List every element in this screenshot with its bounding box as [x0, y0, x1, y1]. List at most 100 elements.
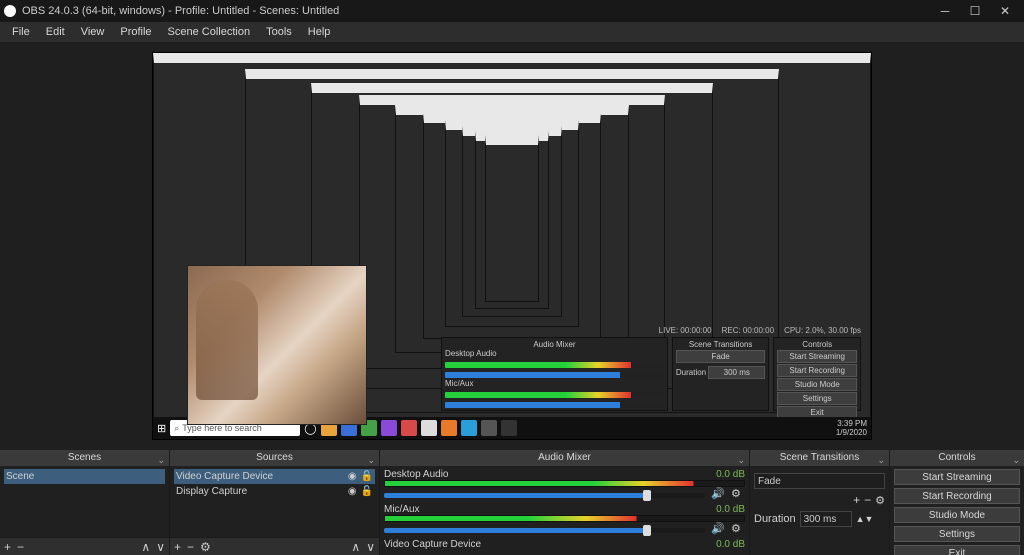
bottom-dock: Scenes ⌄ Scene + − ∧ ∨ Sources ⌄ Video C… [0, 450, 1024, 555]
inner-status-rec: REC: 00:00:00 [722, 326, 774, 335]
mixer-track-mic-aux: Mic/Aux 0.0 dB 🔊 ⚙ [384, 504, 745, 535]
scenes-header: Scenes ⌄ [0, 450, 169, 466]
inner-trans-title: Scene Transitions [676, 340, 766, 349]
maximize-button[interactable]: ☐ [960, 1, 990, 21]
menu-tools[interactable]: Tools [258, 24, 300, 40]
inner-mixer-mic-label: Mic/Aux [445, 379, 664, 388]
add-scene-button[interactable]: + [4, 540, 11, 554]
start-icon: ⊞ [157, 422, 166, 435]
window-title: OBS 24.0.3 (64-bit, windows) - Profile: … [22, 5, 339, 17]
inner-bottom-panels: Audio Mixer Desktop Audio Mic/Aux Scene … [441, 337, 861, 411]
source-item-label: Video Capture Device [176, 471, 273, 482]
inner-clock-time: 3:39 PM [836, 419, 867, 428]
mixer-track-label: Mic/Aux [384, 504, 420, 515]
transitions-panel: Scene Transitions ⌄ + − ⚙ Duration ▲▼ [750, 450, 890, 555]
controls-title: Controls [938, 452, 975, 463]
remove-source-button[interactable]: − [187, 540, 194, 554]
titlebar: OBS 24.0.3 (64-bit, windows) - Profile: … [0, 0, 1024, 22]
mixer-track-label: Video Capture Device [384, 539, 481, 550]
inner-controls-title: Controls [777, 340, 857, 349]
source-item[interactable]: Video Capture Device ◉ 🔓 [174, 469, 375, 484]
inner-slider [445, 402, 664, 408]
start-streaming-button[interactable]: Start Streaming [894, 469, 1020, 485]
settings-button[interactable]: Settings [894, 526, 1020, 542]
preview-area[interactable]: Audio Mixer Desktop Audio Mic/Aux Scene … [0, 42, 1024, 450]
inner-controls: Controls Start Streaming Start Recording… [773, 337, 861, 411]
menu-view[interactable]: View [73, 24, 113, 40]
menu-scene-collection[interactable]: Scene Collection [160, 24, 259, 40]
mixer-body: Desktop Audio 0.0 dB 🔊 ⚙ Mic/Aux 0.0 dB [380, 466, 749, 555]
menu-edit[interactable]: Edit [38, 24, 73, 40]
scenes-list[interactable]: Scene [0, 466, 169, 537]
menubar: File Edit View Profile Scene Collection … [0, 22, 1024, 42]
audio-mixer-panel: Audio Mixer ⌄ Desktop Audio 0.0 dB 🔊 ⚙ M… [380, 450, 750, 555]
scenes-footer: + − ∧ ∨ [0, 537, 169, 555]
source-item-label: Display Capture [176, 486, 247, 497]
mixer-track-label: Desktop Audio [384, 469, 449, 480]
remove-scene-button[interactable]: − [17, 540, 24, 554]
menu-file[interactable]: File [4, 24, 38, 40]
minimize-button[interactable]: ─ [930, 1, 960, 21]
controls-body: Start Streaming Start Recording Studio M… [890, 466, 1024, 555]
inner-mixer-desktop-label: Desktop Audio [445, 349, 664, 358]
menu-help[interactable]: Help [300, 24, 339, 40]
inner-ctl: Start Streaming [777, 350, 857, 363]
close-button[interactable]: ✕ [990, 1, 1020, 21]
mute-button-icon[interactable]: 🔊 [711, 522, 725, 535]
volume-slider[interactable] [384, 528, 705, 533]
inner-ctl: Start Recording [777, 364, 857, 377]
source-up-button[interactable]: ∧ [351, 540, 360, 554]
mixer-track-db: 0.0 dB [716, 469, 745, 480]
inner-ctl: Settings [777, 392, 857, 405]
inner-ctl: Studio Mode [777, 378, 857, 391]
transitions-body: + − ⚙ Duration ▲▼ [750, 466, 889, 555]
duration-label: Duration [754, 513, 796, 525]
studio-mode-button[interactable]: Studio Mode [894, 507, 1020, 523]
transition-settings-icon[interactable]: ⚙ [875, 494, 885, 507]
inner-duration-value: 300 ms [708, 366, 765, 379]
sources-list[interactable]: Video Capture Device ◉ 🔓 Display Capture… [170, 466, 379, 537]
add-source-button[interactable]: + [174, 540, 181, 554]
mixer-track-db: 0.0 dB [716, 539, 745, 550]
controls-panel: Controls ⌄ Start Streaming Start Recordi… [890, 450, 1024, 555]
add-transition-button[interactable]: + [853, 493, 860, 507]
track-settings-icon[interactable]: ⚙ [731, 522, 745, 535]
inner-status-live: LIVE: 00:00:00 [659, 326, 712, 335]
mixer-track-desktop-audio: Desktop Audio 0.0 dB 🔊 ⚙ [384, 469, 745, 500]
remove-transition-button[interactable]: − [864, 493, 871, 507]
mute-button-icon[interactable]: 🔊 [711, 487, 725, 500]
sources-header: Sources ⌄ [170, 450, 379, 466]
mixer-header: Audio Mixer ⌄ [380, 450, 749, 466]
source-item[interactable]: Display Capture ◉ 🔓 [174, 484, 375, 499]
mixer-title: Audio Mixer [538, 452, 591, 463]
scene-item-label: Scene [6, 471, 34, 482]
start-recording-button[interactable]: Start Recording [894, 488, 1020, 504]
inner-statusbar: LIVE: 00:00:00 REC: 00:00:00 CPU: 2.0%, … [659, 326, 861, 335]
scene-up-button[interactable]: ∧ [141, 540, 150, 554]
exit-button[interactable]: Exit [894, 545, 1020, 555]
source-down-button[interactable]: ∨ [366, 540, 375, 554]
transition-select[interactable] [754, 473, 885, 489]
source-properties-button[interactable]: ⚙ [200, 540, 211, 554]
lock-toggle-icon[interactable]: 🔓 [361, 471, 373, 482]
track-settings-icon[interactable]: ⚙ [731, 487, 745, 500]
duration-input[interactable] [800, 511, 852, 527]
lock-toggle-icon[interactable]: 🔓 [361, 486, 373, 497]
scene-down-button[interactable]: ∨ [156, 540, 165, 554]
visibility-toggle-icon[interactable]: ◉ [348, 471, 357, 482]
inner-slider [445, 372, 664, 378]
inner-clock-date: 1/9/2020 [836, 428, 867, 437]
inner-fade: Fade [676, 350, 766, 363]
duration-stepper-icon[interactable]: ▲▼ [856, 514, 874, 524]
inner-audio-mixer: Audio Mixer Desktop Audio Mic/Aux [441, 337, 668, 411]
webcam-source-preview[interactable] [187, 265, 367, 425]
volume-slider[interactable] [384, 493, 705, 498]
visibility-toggle-icon[interactable]: ◉ [348, 486, 357, 497]
preview-canvas[interactable]: Audio Mixer Desktop Audio Mic/Aux Scene … [152, 52, 872, 440]
transitions-title: Scene Transitions [780, 452, 860, 463]
transitions-header: Scene Transitions ⌄ [750, 450, 889, 466]
menu-profile[interactable]: Profile [112, 24, 159, 40]
controls-header: Controls ⌄ [890, 450, 1024, 466]
scene-item[interactable]: Scene [4, 469, 165, 484]
inner-transitions: Scene Transitions Fade Duration 300 ms [672, 337, 770, 411]
